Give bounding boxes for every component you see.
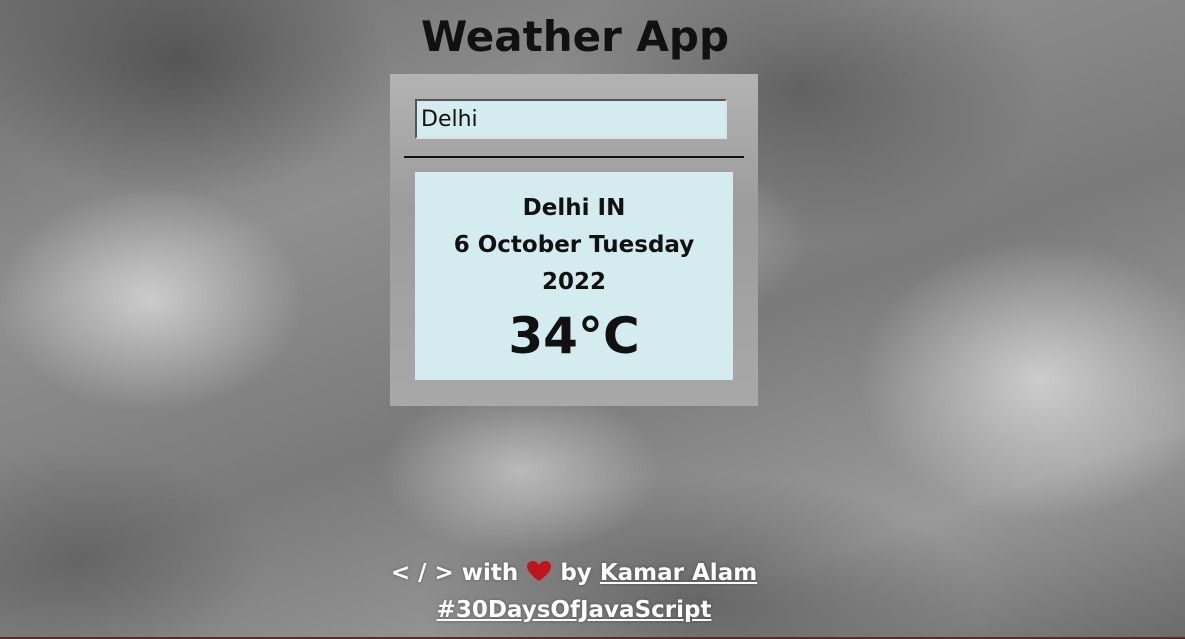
hashtag-link[interactable]: #30DaysOfJavaScript — [437, 597, 712, 623]
with-text: with — [461, 560, 519, 586]
by-text: by — [560, 560, 592, 586]
author-link[interactable]: Kamar Alam — [600, 560, 757, 586]
credit-line: < / > with by Kamar Alam — [0, 555, 1148, 592]
heart-icon — [526, 555, 552, 592]
footer: < / > with by Kamar Alam #30DaysOfJavaSc… — [0, 555, 1148, 629]
divider — [404, 156, 744, 158]
weather-info-panel: Delhi IN 6 October Tuesday 2022 34°C — [415, 172, 733, 380]
year-label: 2022 — [541, 269, 606, 295]
app-title: Weather App — [420, 12, 730, 61]
hashtag-line: #30DaysOfJavaScript — [0, 592, 1148, 629]
city-search-input[interactable] — [415, 99, 727, 139]
code-symbol: < / > — [390, 560, 454, 586]
date-label: 6 October Tuesday — [453, 232, 695, 258]
weather-card: Delhi IN 6 October Tuesday 2022 34°C — [390, 74, 758, 406]
temperature-label: 34°C — [508, 307, 640, 365]
location-label: Delhi IN — [522, 195, 626, 221]
